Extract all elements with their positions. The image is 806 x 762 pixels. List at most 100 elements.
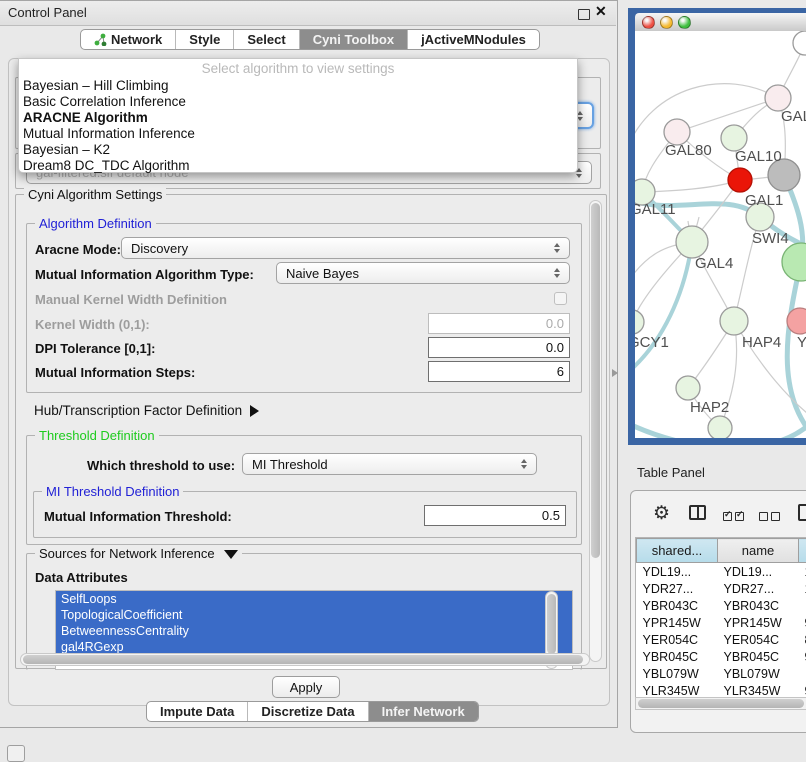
hub-definition-toggle[interactable]: Hub/Transcription Factor Definition [34,403,259,418]
table-cell[interactable]: YPR145W [718,614,799,631]
deselect-all-columns-icon[interactable] [759,508,783,526]
table-cell[interactable]: YER054C [718,631,799,648]
mi-steps-field[interactable]: 6 [428,361,570,382]
gear-icon[interactable]: ⚙ [653,502,670,525]
table-cell[interactable] [799,665,806,682]
table-cell[interactable]: 9. [799,614,806,631]
table-cell[interactable]: YER054C [637,631,718,648]
mi-type-value: Naive Bayes [286,266,359,281]
minimized-panel-button[interactable] [7,745,25,762]
column-header-name[interactable]: name [718,539,799,563]
network-canvas[interactable]: GALGAL80GAL10GAL1GAL11SWI4GAL4GCY1HAP4YH… [635,31,806,438]
network-node-gal4[interactable] [676,226,708,258]
table-row[interactable]: YER054CYER054C8. [637,631,806,648]
tab-infer-network[interactable]: Infer Network [368,702,478,721]
dropdown-item-aracne-algorithm[interactable]: ARACNE Algorithm [19,110,577,126]
tab-cyni-toolbox[interactable]: Cyni Toolbox [299,30,407,49]
network-node-hap4[interactable] [720,307,748,335]
table-cell[interactable]: YDL19... [718,563,799,581]
table-row[interactable]: YBL079WYBL079W [637,665,806,682]
close-window-icon[interactable] [642,16,655,29]
table-row[interactable]: YBR045CYBR045C9. [637,648,806,665]
table-cell[interactable]: YBR043C [637,597,718,614]
table-cell[interactable]: 9. [799,648,806,665]
dropdown-item-bayesian-hill-climbing[interactable]: Bayesian – Hill Climbing [19,78,577,94]
attributes-scrollbar-thumb[interactable] [547,594,556,654]
tab-impute-data[interactable]: Impute Data [147,702,247,721]
network-window-titlebar[interactable] [635,13,806,32]
control-panel-titlebar[interactable]: Control Panel ✕ [0,1,616,26]
table-row[interactable]: YPR145WYPR145W9. [637,614,806,631]
settings-vertical-scrollbar-thumb[interactable] [591,203,600,558]
expand-right-icon[interactable] [250,405,259,417]
table-cell[interactable]: YBL079W [718,665,799,682]
tab-label: jActiveMNodules [421,32,526,47]
network-node-gcy1[interactable] [635,310,644,334]
dropdown-item-basic-correlation-inference[interactable]: Basic Correlation Inference [19,94,577,110]
table-cell[interactable]: YBL079W [637,665,718,682]
network-node-hap2[interactable] [676,376,700,400]
column-header-shared[interactable]: shared... [637,539,718,563]
network-node[interactable] [782,243,806,281]
collapse-down-icon[interactable] [224,550,238,559]
network-edge[interactable] [635,84,778,149]
data-attributes-label: Data Attributes [35,570,128,585]
table-cell[interactable]: 12 [799,580,806,597]
network-edge[interactable] [642,180,740,192]
table-horizontal-scrollbar-thumb[interactable] [638,699,804,708]
dropdown-item-bayesian-k2[interactable]: Bayesian – K2 [19,142,577,158]
network-edge[interactable] [635,242,692,373]
aracne-mode-combobox[interactable]: Discovery [121,237,570,259]
manual-kernel-checkbox[interactable] [554,292,567,305]
dpi-tolerance-field[interactable]: 0.0 [428,337,570,358]
attribute-item-selfloops[interactable]: SelfLoops [56,591,572,607]
apply-button[interactable]: Apply [272,676,340,698]
float-panel-icon[interactable] [578,9,590,20]
attribute-item-betweennesscentrality[interactable]: BetweennessCentrality [56,623,572,639]
select-all-columns-icon[interactable] [723,508,747,526]
table-cell[interactable]: YDR27... [718,580,799,597]
mi-type-combobox[interactable]: Naive Bayes [276,262,570,284]
sources-group-title[interactable]: Sources for Network Inference [35,546,242,561]
table-row[interactable]: YDL19...YDL19...13 [637,563,806,581]
table-row[interactable]: YDR27...YDR27...12 [637,580,806,597]
settings-horizontal-scrollbar[interactable] [20,653,590,666]
tab-style[interactable]: Style [175,30,233,49]
settings-horizontal-scrollbar-thumb[interactable] [23,655,583,664]
settings-vertical-scrollbar[interactable] [589,200,602,662]
tab-network[interactable]: Network [81,30,175,49]
column-header-hidden[interactable] [799,539,806,563]
attribute-item-topologicalcoefficient[interactable]: TopologicalCoefficient [56,607,572,623]
table-cell[interactable] [799,597,806,614]
dropdown-item-dream8-dc-tdc-algorithm[interactable]: Dream8 DC_TDC Algorithm [19,158,577,174]
table-cell[interactable]: YBR045C [637,648,718,665]
table-cell[interactable]: YBR045C [718,648,799,665]
table-cell[interactable]: YDR27... [637,580,718,597]
table-cell[interactable]: 8. [799,631,806,648]
network-node-y[interactable] [787,308,806,334]
minimize-window-icon[interactable] [660,16,673,29]
network-node-gal1[interactable] [728,168,752,192]
table-horizontal-scrollbar[interactable] [635,697,806,710]
split-columns-icon[interactable] [689,505,706,520]
close-panel-icon[interactable]: ✕ [595,3,607,20]
table-cell[interactable]: YDL19... [637,563,718,581]
tab-jactivemnodules[interactable]: jActiveMNodules [407,30,539,49]
dropdown-item-mutual-information-inference[interactable]: Mutual Information Inference [19,126,577,142]
which-threshold-combobox[interactable]: MI Threshold [242,453,537,475]
table-row[interactable]: YBR043CYBR043C [637,597,806,614]
tab-discretize-data[interactable]: Discretize Data [247,702,367,721]
network-node[interactable] [793,31,806,55]
unchecked-box-icon [759,512,768,521]
mi-threshold-field[interactable]: 0.5 [424,505,566,526]
kernel-width-field[interactable]: 0.0 [428,313,570,334]
tab-select[interactable]: Select [233,30,298,49]
table-cell[interactable]: YBR043C [718,597,799,614]
table-cell[interactable]: YPR145W [637,614,718,631]
network-node[interactable] [708,416,732,438]
mi-type-label: Mutual Information Algorithm Type: [35,267,254,282]
document-icon[interactable] [798,504,806,521]
table-cell[interactable]: 13 [799,563,806,581]
panel-splitter-handle[interactable] [612,369,618,377]
zoom-window-icon[interactable] [678,16,691,29]
